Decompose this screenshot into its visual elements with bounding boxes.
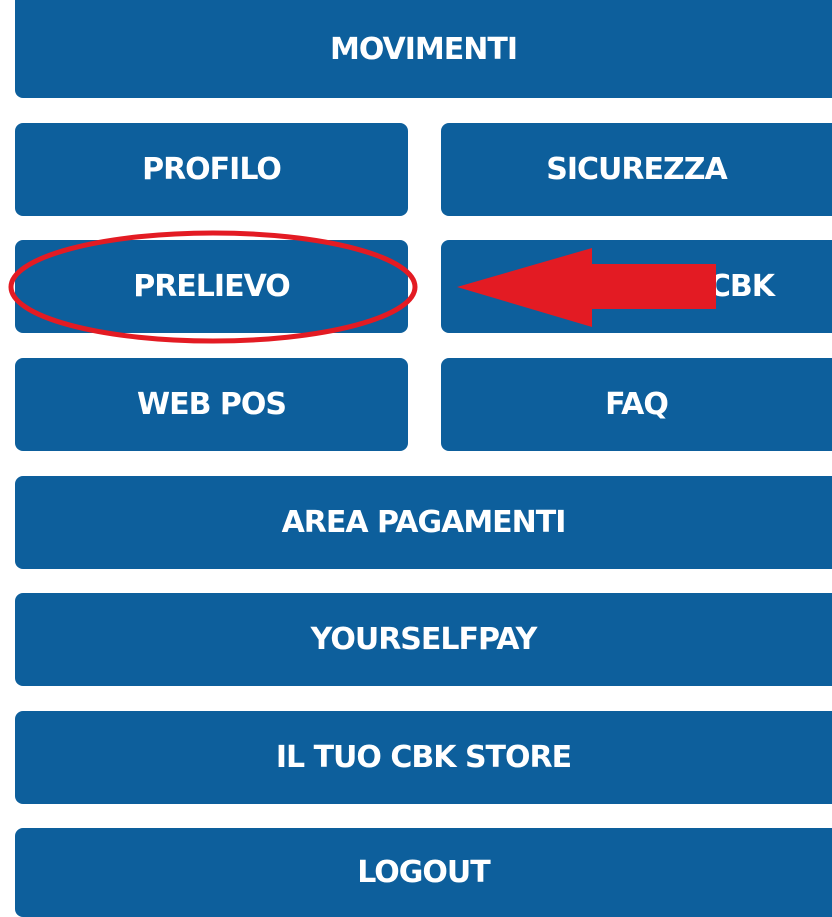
sicurezza-label: SICUREZZA — [546, 152, 727, 187]
logout-label: LOGOUT — [357, 855, 491, 890]
prelievo-label: PRELIEVO — [133, 269, 291, 304]
logout-button[interactable]: LOGOUT — [15, 828, 832, 917]
web-pos-label: WEB POS — [137, 387, 287, 422]
cbk-label: CBK — [708, 269, 775, 304]
yourselfpay-button[interactable]: YOURSELFPAY — [15, 593, 832, 686]
web-pos-button[interactable]: WEB POS — [15, 358, 408, 451]
movimenti-label: MOVIMENTI — [329, 31, 518, 67]
prelievo-button[interactable]: PRELIEVO — [15, 240, 408, 333]
movimenti-button[interactable]: MOVIMENTI — [15, 0, 832, 98]
profilo-button[interactable]: PROFILO — [15, 123, 408, 216]
faq-label: FAQ — [605, 387, 669, 422]
faq-button[interactable]: FAQ — [441, 358, 832, 451]
cbk-button[interactable]: CBK — [441, 240, 832, 333]
cbk-store-button[interactable]: IL TUO CBK STORE — [15, 711, 832, 804]
area-pagamenti-button[interactable]: AREA PAGAMENTI — [15, 476, 832, 569]
cbk-store-label: IL TUO CBK STORE — [275, 740, 572, 775]
sicurezza-button[interactable]: SICUREZZA — [441, 123, 832, 216]
area-pagamenti-label: AREA PAGAMENTI — [281, 505, 567, 540]
profilo-label: PROFILO — [142, 152, 282, 187]
yourselfpay-label: YOURSELFPAY — [310, 622, 538, 657]
